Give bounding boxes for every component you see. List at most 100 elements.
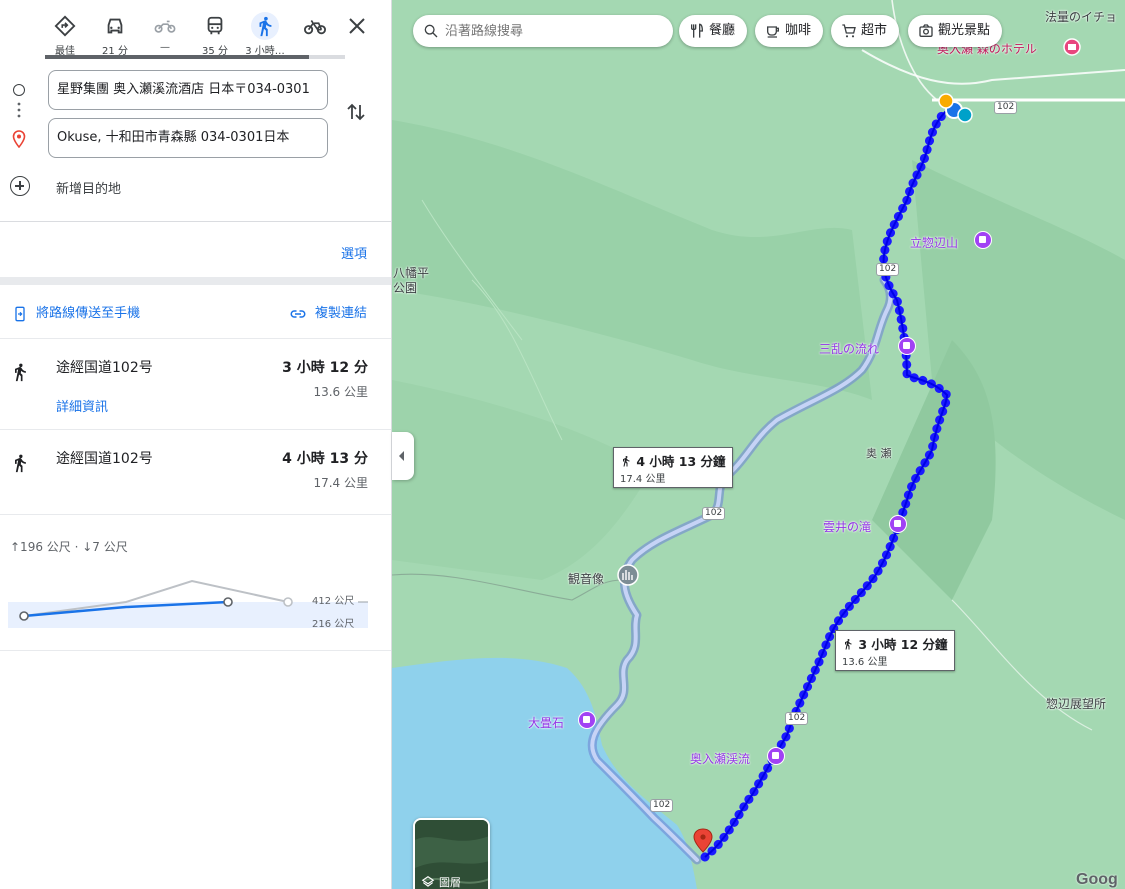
alt-route-callout[interactable]: 4 小時 13 分鐘 17.4 公里 (613, 447, 733, 488)
route-102-shield: 102 (994, 101, 1018, 114)
walk-icon (10, 451, 30, 475)
restaurant-icon (691, 23, 704, 38)
chip-label: 咖啡 (785, 23, 812, 38)
link-icon (290, 309, 306, 318)
attraction-icon (898, 337, 916, 355)
attraction-icon (889, 515, 907, 533)
motorcycle-icon (151, 12, 179, 40)
poi-kannon[interactable]: 観音像 (568, 570, 604, 587)
destination-input[interactable]: Okuse, 十和田市青森縣 034-0301日本 (48, 118, 328, 158)
poi-soheki[interactable]: 惣辺展望所 (1046, 695, 1106, 712)
mode-motorcycle[interactable]: — (140, 8, 190, 58)
send-to-phone-button[interactable]: 將路線傳送至手機 (12, 302, 140, 322)
camera-icon (919, 24, 933, 37)
route-via: 途經国道102号 (56, 451, 153, 467)
poi-tatsu[interactable]: 立惣辺山 (910, 234, 958, 251)
layers-button[interactable]: 圖層 (413, 818, 490, 889)
walk-icon (251, 12, 279, 40)
layers-label: 圖層 (439, 876, 461, 889)
travel-mode-bar: 最佳 21 分 — 35 分 3 小時… (40, 8, 385, 58)
route-via: 途經国道102号 (56, 360, 153, 376)
cart-icon (842, 24, 856, 38)
elevation-chart: 412 公尺 216 公尺 (8, 579, 368, 630)
origin-circle-icon (13, 84, 25, 96)
route-option-1[interactable]: 途經国道102号 3 小時 12 分 13.6 公里 詳細資訊 (0, 340, 391, 430)
send-to-phone-label: 將路線傳送至手機 (36, 306, 141, 321)
route-102-shield: 102 (785, 712, 809, 725)
attraction-icon (767, 747, 785, 765)
route-distance: 17.4 公里 (313, 476, 368, 490)
route-search-box[interactable] (413, 15, 673, 47)
collapse-panel-button[interactable] (392, 432, 414, 480)
mode-cycling[interactable] (290, 8, 340, 58)
chip-cafe[interactable]: 咖啡 (755, 15, 824, 47)
add-destination-button[interactable]: 新增目的地 (10, 176, 210, 200)
walk-icon (845, 639, 852, 650)
map-canvas[interactable]: 法量のイチョ 奥入瀬 森のホテル 立惣辺山 三乱の流れ 奥 瀬 雲井の滝 観音像… (392, 0, 1125, 889)
route-102-shield: 102 (876, 263, 900, 276)
swap-icon[interactable] (344, 100, 368, 124)
poi-park[interactable]: 公園 (393, 279, 417, 296)
send-phone-icon (15, 306, 25, 321)
details-link[interactable]: 詳細資訊 (56, 396, 108, 415)
copy-link-button[interactable]: 複製連結 (289, 302, 367, 322)
main-route-callout[interactable]: 3 小時 12 分鐘 13.6 公里 (835, 630, 955, 671)
attraction-icon (974, 231, 992, 249)
poi-oirase-keiryu[interactable]: 奥入瀬渓流 (690, 750, 750, 767)
chip-label: 觀光景點 (938, 23, 991, 38)
main-callout-time: 3 小時 12 分鐘 (858, 637, 948, 652)
directions-panel: 最佳 21 分 — 35 分 3 小時… 星野集團 奥入瀬溪流酒店 日本〒034… (0, 0, 392, 889)
chip-label: 超市 (861, 23, 888, 38)
elevation-alt-end-point (283, 597, 293, 607)
route-option-2[interactable]: 途經国道102号 4 小時 13 分 17.4 公里 (0, 431, 391, 515)
copy-link-label: 複製連結 (314, 306, 367, 321)
route-duration: 3 小時 12 分 (282, 360, 368, 376)
search-icon (424, 24, 438, 38)
divider (0, 514, 391, 515)
search-input[interactable] (445, 19, 665, 43)
poi-sanran[interactable]: 三乱の流れ (819, 340, 879, 357)
route-duration: 4 小時 13 分 (282, 451, 368, 467)
divider (0, 338, 391, 339)
chip-label: 餐廳 (709, 23, 736, 38)
mode-label: — (160, 42, 170, 53)
mode-walking[interactable]: 3 小時… (240, 8, 290, 58)
poi-odatami[interactable]: 大畳石 (528, 714, 564, 731)
origin-input[interactable]: 星野集團 奥入瀬溪流酒店 日本〒034-0301 (48, 70, 328, 110)
divider (0, 429, 391, 430)
elevation-summary: ↑196 公尺 · ↓7 公尺 (10, 540, 128, 554)
poi-kumoi[interactable]: 雲井の滝 (823, 518, 871, 535)
directions-diamond-icon (51, 12, 79, 40)
elevation-min-label: 216 公尺 (312, 618, 354, 630)
bus-icon (201, 12, 229, 40)
options-button[interactable]: 選項 (341, 243, 367, 262)
alt-callout-distance: 17.4 公里 (620, 474, 666, 485)
chip-supermarket[interactable]: 超市 (831, 15, 900, 47)
walk-icon (623, 456, 630, 467)
elevation-start-point (19, 611, 29, 621)
kannon-map-icon (617, 564, 639, 586)
mode-indicator-bar (45, 55, 345, 59)
main-callout-distance: 13.6 公里 (842, 657, 888, 668)
mode-driving[interactable]: 21 分 (90, 8, 140, 58)
route-distance: 13.6 公里 (313, 385, 368, 399)
destination-pin-icon (12, 130, 26, 149)
elevation-end-point (223, 597, 233, 607)
layers-icon (421, 876, 435, 887)
route-dots-icon (17, 102, 21, 118)
mode-best[interactable]: 最佳 (40, 8, 90, 58)
chip-restaurants[interactable]: 餐廳 (679, 15, 748, 47)
poi-hotel-top[interactable]: 法量のイチョ (1045, 8, 1117, 25)
divider (0, 650, 391, 651)
mode-transit[interactable]: 35 分 (190, 8, 240, 58)
area-label: 奥 瀬 (866, 447, 892, 460)
attraction-icon (578, 711, 596, 729)
route-102-shield: 102 (702, 507, 726, 520)
alt-callout-time: 4 小時 13 分鐘 (636, 454, 726, 469)
chip-attractions[interactable]: 觀光景點 (908, 15, 1003, 47)
section-divider (0, 277, 391, 285)
coffee-icon (767, 26, 779, 38)
add-circle-icon (10, 176, 30, 196)
close-icon[interactable] (345, 14, 369, 38)
route-102-shield: 102 (650, 799, 674, 812)
